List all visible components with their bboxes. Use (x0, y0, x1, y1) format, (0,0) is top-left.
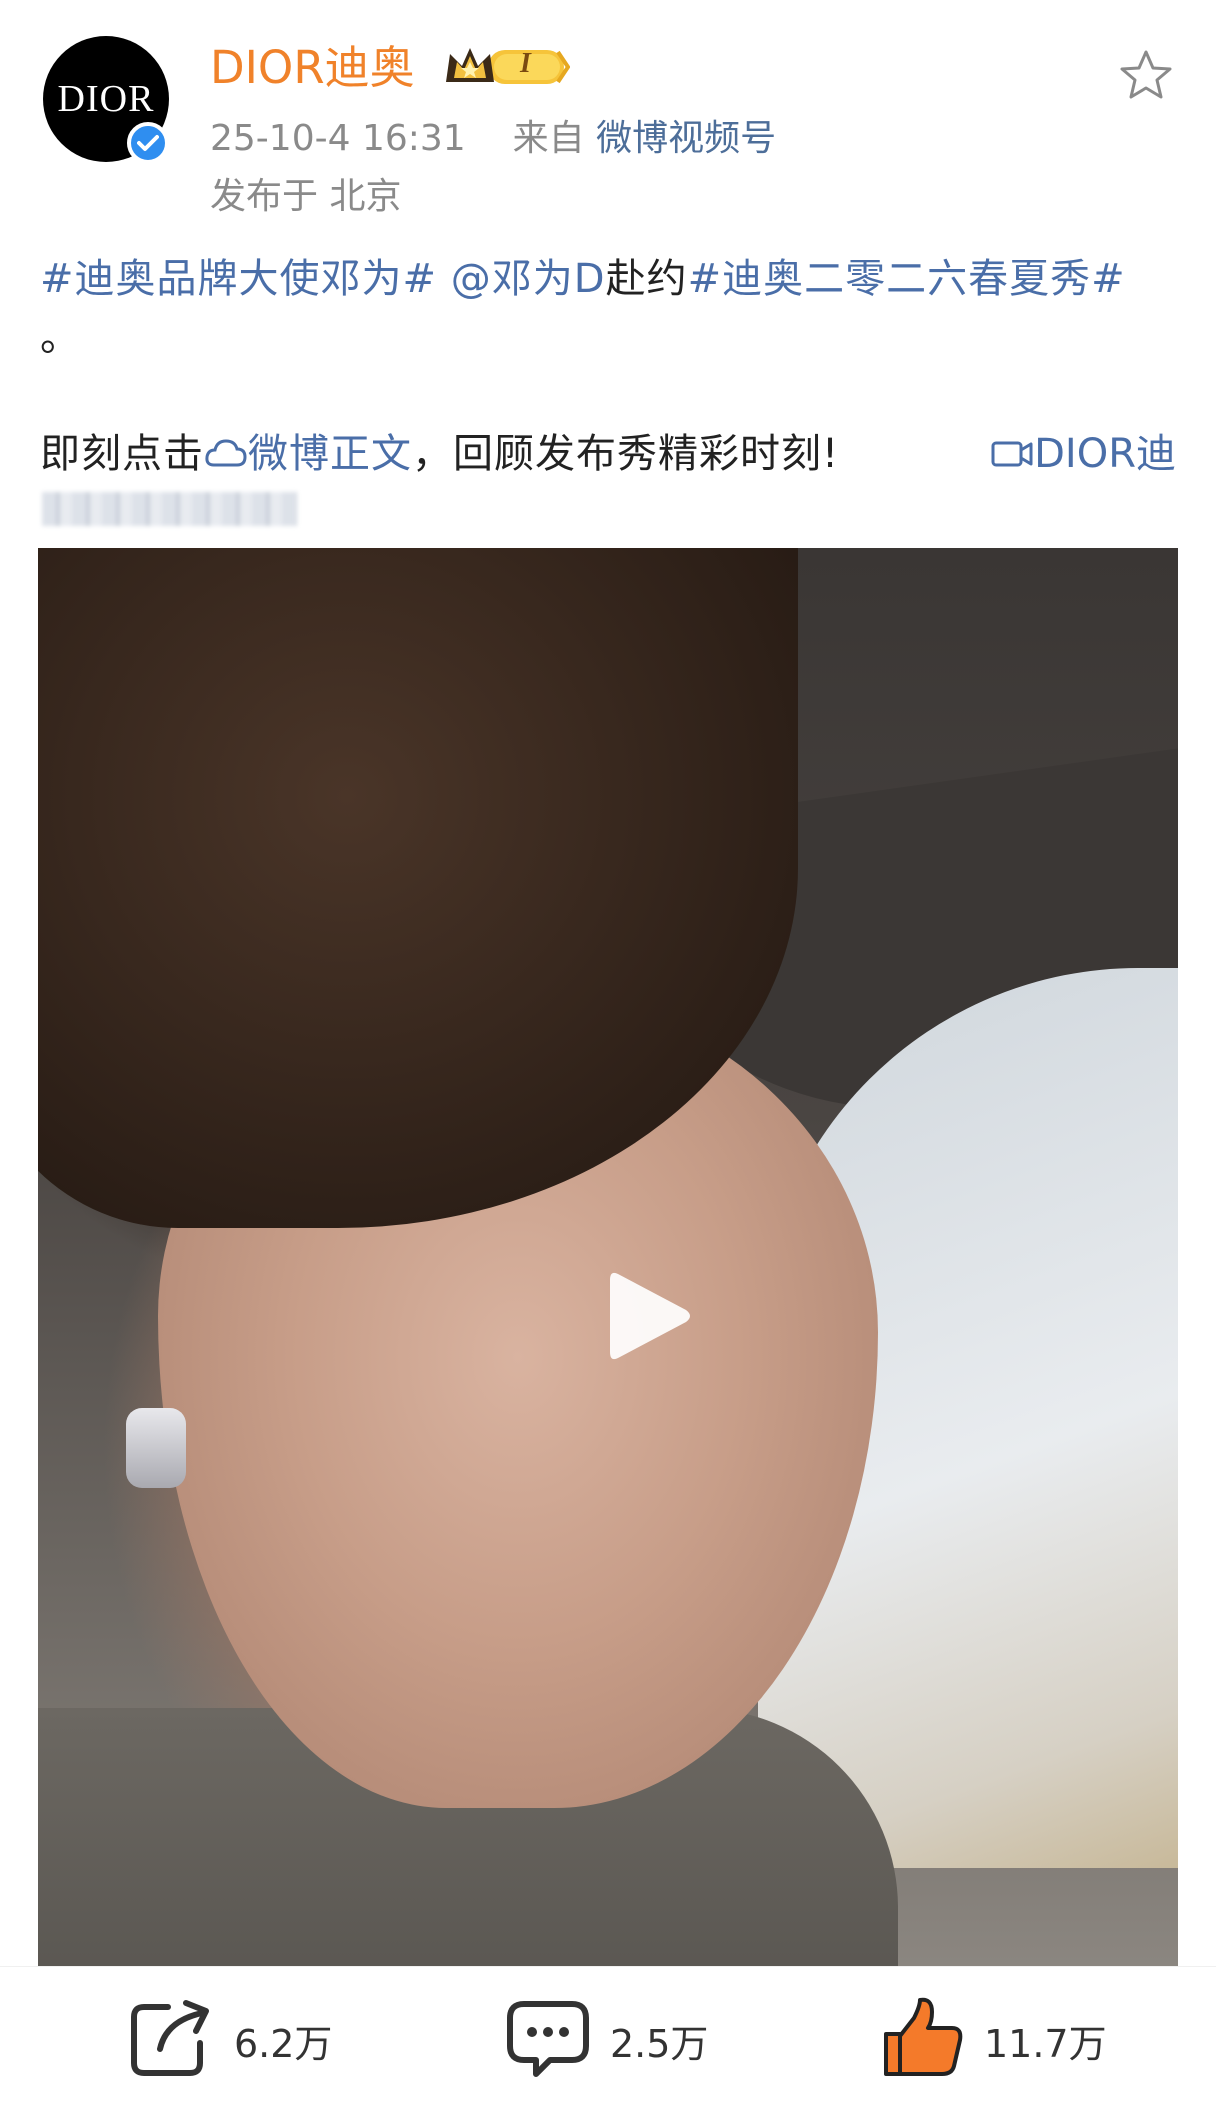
video-link-label: DIOR迪 (1034, 431, 1176, 477)
comment-icon (506, 1998, 590, 2082)
avatar-logo-text: DIOR (57, 78, 155, 120)
post-text: #迪奥品牌大使邓为# @邓为D赴约#迪奥二零二六春夏秀# 。 (40, 250, 1180, 366)
timestamp: 25-10-4 16:31 (210, 118, 466, 159)
video-frame-earring (126, 1408, 186, 1488)
comment-button[interactable]: 2.5万 (506, 2001, 709, 2077)
post-text-segment: 赴约 (605, 256, 688, 302)
like-button[interactable]: 11.7万 (880, 1997, 1107, 2076)
mention-link[interactable]: @邓为D (451, 256, 606, 302)
star-icon[interactable] (1118, 48, 1174, 104)
video-icon (990, 429, 1034, 487)
post-text-segment: ，回顾发布秀精彩时刻! (412, 431, 840, 477)
share-button[interactable]: 6.2万 (130, 2000, 333, 2076)
action-bar: 6.2万 2.5万 11.7万 (0, 1966, 1216, 2108)
source-link[interactable]: 微博视频号 (596, 118, 776, 159)
video-player[interactable] (38, 548, 1178, 1966)
play-icon[interactable] (604, 1266, 694, 1366)
weibo-article-link-label: 微博正文 (248, 431, 412, 477)
share-icon (130, 1999, 214, 2081)
blurred-text (42, 492, 297, 526)
hashtag-link[interactable]: #迪奥品牌大使邓为# (40, 256, 437, 302)
hashtag-link[interactable]: #迪奥二零二六春夏秀# (688, 256, 1126, 302)
weibo-post: DIOR DIOR迪奥 I 25-10-4 16:31 来自 微博视频号 发布于… (0, 0, 1216, 2108)
cloud-icon (204, 429, 248, 487)
comment-count: 2.5万 (610, 2021, 709, 2066)
source-prefix: 来自 (512, 118, 585, 159)
username[interactable]: DIOR迪奥 (210, 40, 415, 96)
post-meta: 25-10-4 16:31 来自 微博视频号 (210, 114, 776, 164)
level-badge-text: I (520, 48, 531, 79)
crown-badge-icon[interactable]: I (444, 44, 571, 94)
post-text-segment: 即刻点击 (40, 431, 204, 477)
weibo-article-link[interactable]: 微博正文 (204, 431, 412, 477)
like-count: 11.7万 (984, 2021, 1107, 2066)
post-text-segment: 。 (40, 314, 81, 360)
video-link[interactable]: DIOR迪 (990, 425, 1176, 487)
location: 发布于 北京 (210, 176, 402, 217)
share-count: 6.2万 (234, 2021, 333, 2066)
like-icon (880, 1996, 964, 2084)
verified-icon (127, 122, 169, 164)
